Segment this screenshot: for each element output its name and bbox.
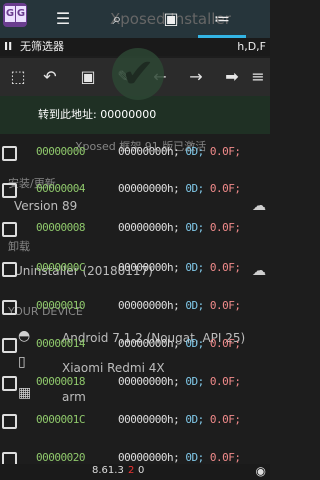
save-icon: ▣ — [163, 9, 179, 28]
value-float: 0.0F; — [209, 182, 241, 195]
row-address: 0000001C — [36, 413, 85, 426]
menu-icon: ≡ — [251, 67, 265, 86]
value-dec: 0D; — [185, 375, 204, 388]
row-address: 00000018 — [36, 375, 85, 388]
value-dec: 0D; — [185, 299, 204, 312]
value-hex: 00000000h; — [118, 337, 180, 350]
row-value[interactable]: 00000000h; 0D; 0.0F; — [118, 182, 241, 195]
memory-row[interactable]: 00000000 00000000h; 0D; 0.0F; — [0, 134, 270, 174]
undo-button[interactable]: ↶ — [32, 58, 68, 96]
value-hex: 00000000h; — [118, 221, 180, 234]
row-checkbox[interactable] — [2, 300, 17, 315]
select-button[interactable]: ⬚ — [0, 58, 36, 96]
memory-row[interactable]: 00000008 00000000h; 0D; 0.0F; — [0, 210, 270, 250]
save-button[interactable]: ▣ — [70, 58, 106, 96]
value-float: 0.0F; — [209, 299, 241, 312]
row-address: 0000000C — [36, 261, 85, 274]
value-dec: 0D; — [185, 145, 204, 158]
value-float: 0.0F; — [209, 375, 241, 388]
value-float: 0.0F; — [209, 337, 241, 350]
memory-row[interactable]: 00000004 00000000h; 0D; 0.0F; — [0, 171, 270, 211]
memory-row[interactable]: 00000018 00000000h; 0D; 0.0F; — [0, 364, 270, 404]
row-address: 00000020 — [36, 451, 85, 464]
go-forward-button[interactable]: → — [178, 58, 214, 96]
value-float: 0.0F; — [209, 451, 241, 464]
version-text: 8.61.3 — [92, 465, 124, 476]
memory-row[interactable]: 00000014 00000000h; 0D; 0.0F; — [0, 326, 270, 366]
memory-row[interactable]: 00000010 00000000h; 0D; 0.0F; — [0, 288, 270, 328]
value-hex: 00000000h; — [118, 299, 180, 312]
row-value[interactable]: 00000000h; 0D; 0.0F; — [118, 145, 241, 158]
value-dec: 0D; — [185, 337, 204, 350]
error-count: 2 — [128, 465, 135, 476]
row-checkbox[interactable] — [2, 146, 17, 161]
value-dec: 0D; — [185, 182, 204, 195]
arrow-forward-icon: ➡ — [225, 67, 239, 86]
memory-row[interactable]: 00000020 00000000h; 0D; 0.0F; — [0, 440, 270, 467]
row-value[interactable]: 00000000h; 0D; 0.0F; — [118, 261, 241, 274]
value-float: 0.0F; — [209, 261, 241, 274]
save-icon: ▣ — [80, 67, 96, 86]
filter-label: 无筛选器 — [20, 40, 64, 53]
goto-button[interactable]: ➡ — [214, 58, 250, 96]
tab-memory-editor[interactable]: ≔ — [198, 0, 246, 38]
row-address: 00000000 — [36, 145, 85, 158]
value-hex: 00000000h; — [118, 413, 180, 426]
row-checkbox[interactable] — [2, 183, 17, 198]
logo-letter: G — [16, 6, 26, 22]
row-checkbox[interactable] — [2, 262, 17, 277]
row-value[interactable]: 00000000h; 0D; 0.0F; — [118, 299, 241, 312]
row-checkbox[interactable] — [2, 414, 17, 429]
select-icon: ⬚ — [10, 67, 26, 86]
value-float: 0.0F; — [209, 221, 241, 234]
search-icon: ⌕ — [112, 9, 122, 28]
undo-icon: ↶ — [43, 67, 57, 86]
row-address: 00000008 — [36, 221, 85, 234]
row-address: 00000014 — [36, 337, 85, 350]
row-value[interactable]: 00000000h; 0D; 0.0F; — [118, 337, 241, 350]
sliders-icon: ☰ — [55, 9, 71, 28]
tab-search[interactable]: ⌕ — [90, 0, 144, 38]
filter-types: h,D,F — [237, 40, 266, 53]
tab-saved[interactable]: ▣ — [144, 0, 198, 38]
checkmark-icon: ✔ — [112, 48, 164, 100]
row-value[interactable]: 00000000h; 0D; 0.0F; — [118, 221, 241, 234]
arrow-right-icon: → — [189, 67, 203, 86]
menu-button[interactable]: ≡ — [246, 58, 270, 96]
value-float: 0.0F; — [209, 145, 241, 158]
row-checkbox[interactable] — [2, 338, 17, 353]
memory-row[interactable]: 0000001C 00000000h; 0D; 0.0F; — [0, 402, 270, 442]
pause-icon[interactable]: II — [4, 38, 12, 56]
goto-address-banner: 转到此地址: 00000000 — [0, 96, 270, 134]
value-hex: 00000000h; — [118, 375, 180, 388]
value-hex: 00000000h; — [118, 451, 180, 464]
result-count: 0 — [138, 465, 145, 476]
value-dec: 0D; — [185, 413, 204, 426]
value-hex: 00000000h; — [118, 145, 180, 158]
list-icon: ≔ — [214, 9, 230, 28]
row-value[interactable]: 00000000h; 0D; 0.0F; — [118, 451, 241, 464]
tab-settings[interactable]: ☰ — [36, 0, 90, 38]
memory-row[interactable]: 0000000C 00000000h; 0D; 0.0F; — [0, 250, 270, 290]
value-float: 0.0F; — [209, 413, 241, 426]
row-checkbox[interactable] — [2, 222, 17, 237]
status-bar: 8.61.3 2 0 ◉ — [0, 464, 270, 480]
eye-icon[interactable]: ◉ — [256, 464, 266, 478]
value-dec: 0D; — [185, 451, 204, 464]
row-value[interactable]: 00000000h; 0D; 0.0F; — [118, 375, 241, 388]
value-hex: 00000000h; — [118, 261, 180, 274]
value-dec: 0D; — [185, 221, 204, 234]
value-dec: 0D; — [185, 261, 204, 274]
row-checkbox[interactable] — [2, 376, 17, 391]
top-bar: G G Xposed Installer ☰ ⌕ ▣ ≔ — [0, 0, 270, 38]
app-logo[interactable]: G G — [3, 3, 27, 27]
goto-address-text: 转到此地址: 00000000 — [38, 108, 157, 121]
row-address: 00000010 — [36, 299, 85, 312]
value-hex: 00000000h; — [118, 182, 180, 195]
logo-letter: G — [5, 6, 15, 22]
row-address: 00000004 — [36, 182, 85, 195]
row-value[interactable]: 00000000h; 0D; 0.0F; — [118, 413, 241, 426]
